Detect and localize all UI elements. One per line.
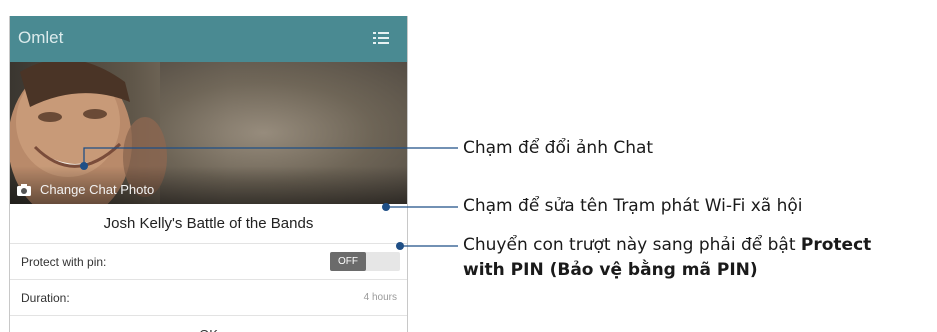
callout-pin-bold-2: with PIN (Bảo vệ bằng mã PIN)	[463, 260, 758, 280]
callout-pin: Chuyển con trượt này sang phải để bật Pr…	[463, 233, 871, 283]
callout-name: Chạm để sửa tên Trạm phát Wi-Fi xã hội	[463, 196, 803, 216]
callout-line-pin	[396, 242, 458, 250]
callout-photo: Chạm để đổi ảnh Chat	[463, 138, 654, 158]
callout-line-name	[382, 203, 458, 211]
callout-line-photo	[80, 147, 458, 170]
callout-pin-bold-1: Protect	[800, 235, 872, 255]
callout-pin-plain: Chuyển con trượt này sang phải để bật	[463, 235, 801, 255]
